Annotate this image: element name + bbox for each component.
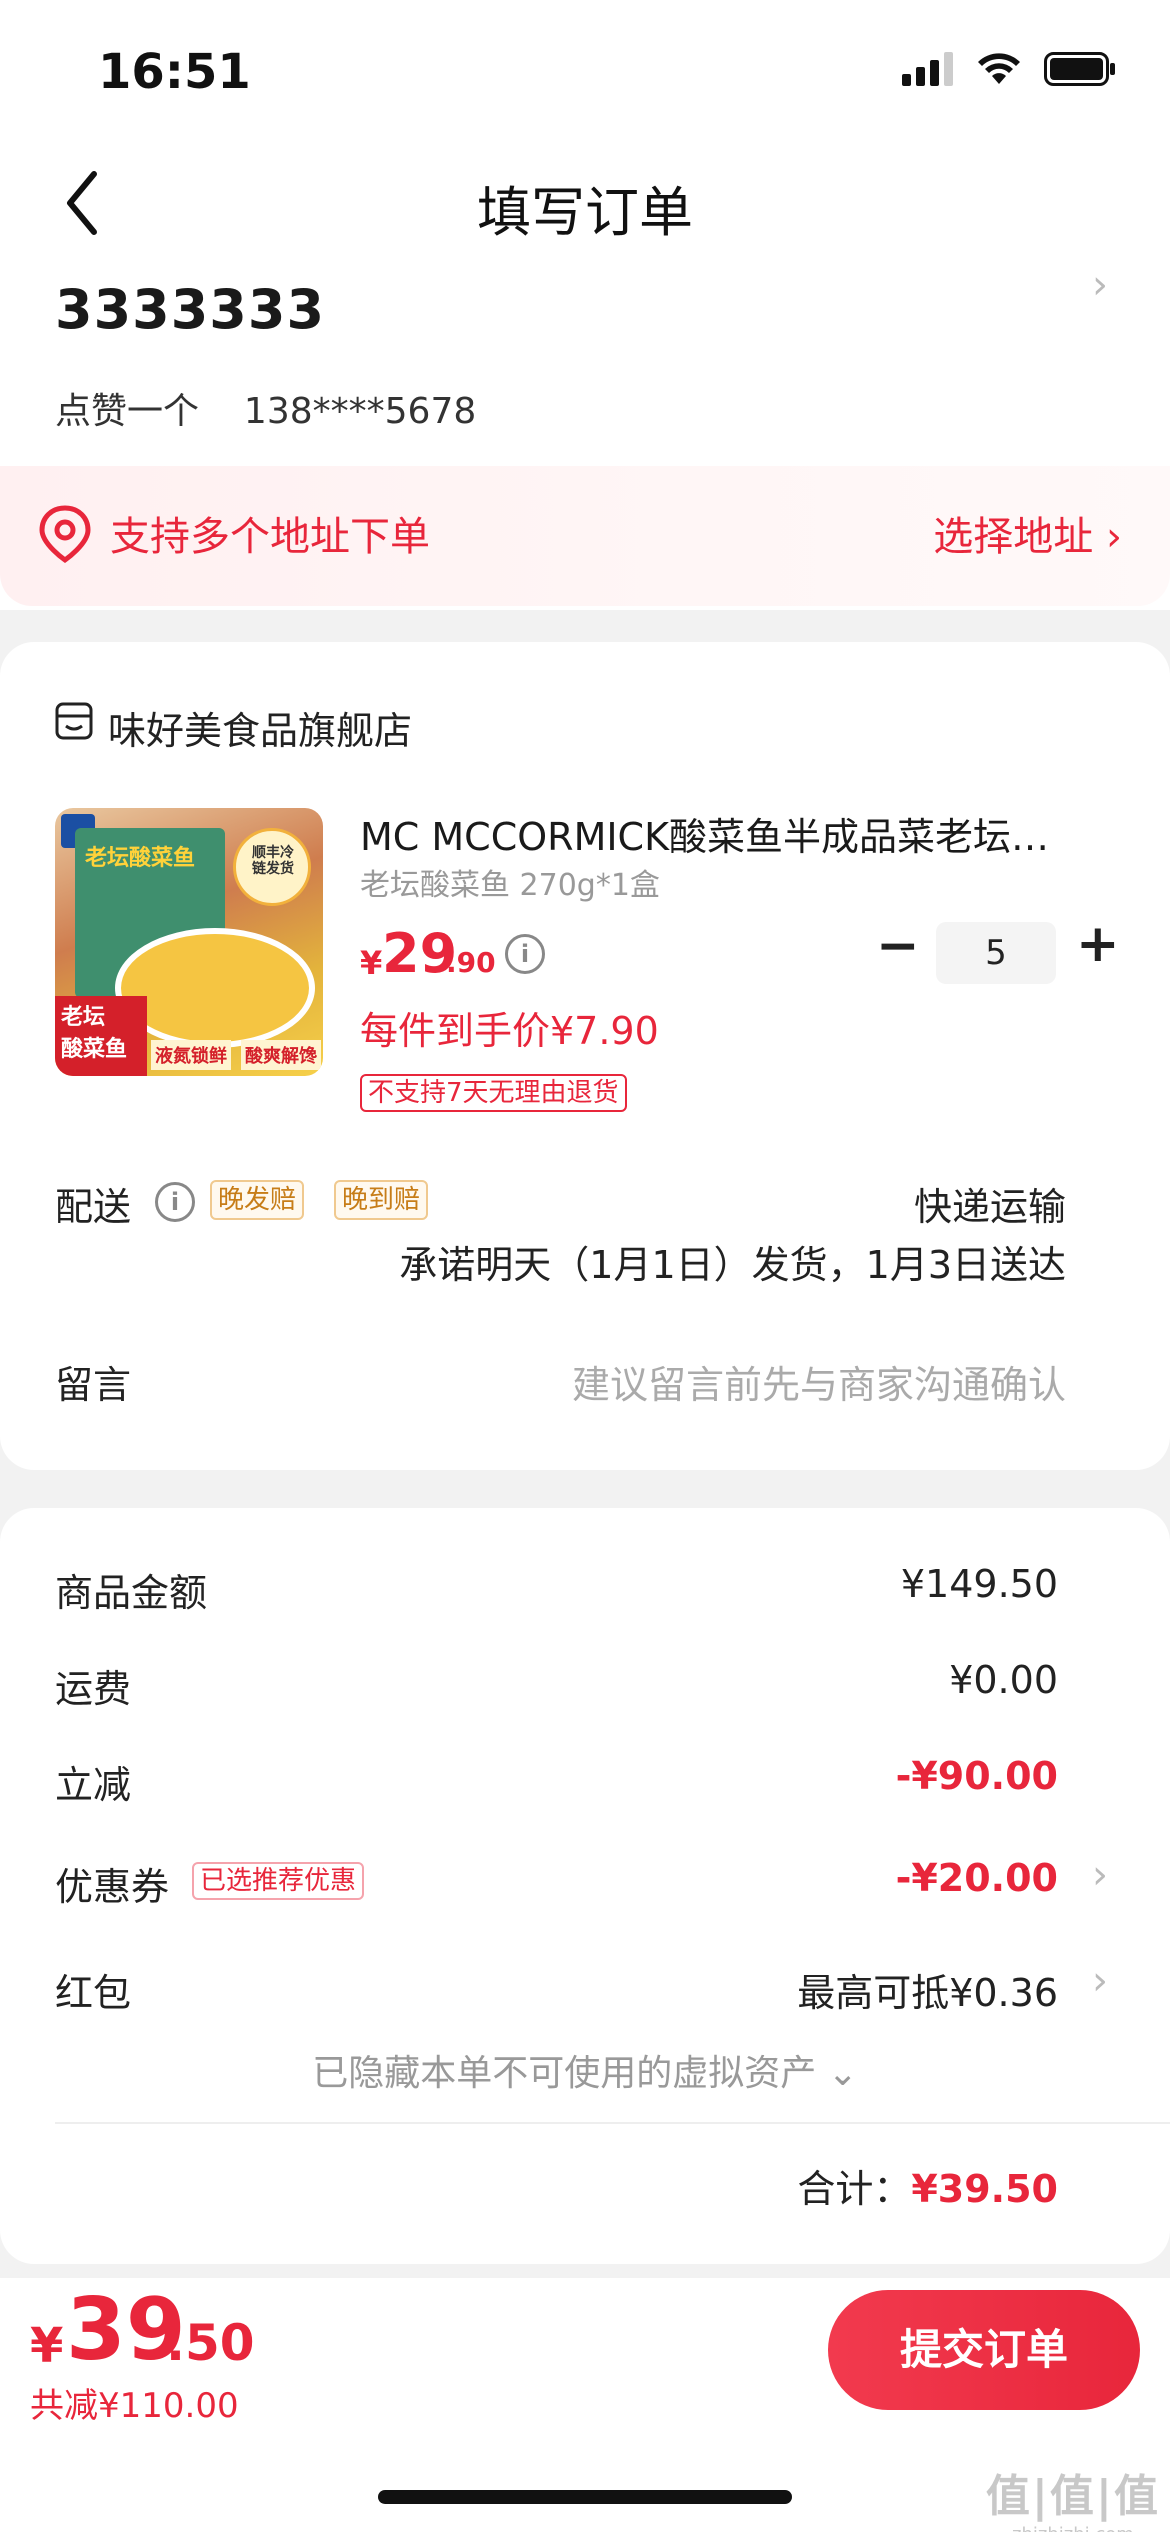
total-label: 合计： — [797, 2167, 912, 2211]
store-icon — [55, 702, 93, 740]
contact-name: 点赞一个 — [55, 391, 200, 432]
watermark: 值|值|值 zhizhizhi.com — [986, 2460, 1160, 2532]
product-image[interactable]: 老坛酸菜鱼 顺丰冷链发货 老坛 酸菜鱼 液氮锁鲜 酸爽解馋 — [55, 808, 323, 1076]
goods-amount-label: 商品金额 — [55, 1571, 208, 1615]
per-item-price: 每件到手价¥7.90 — [360, 1009, 659, 1053]
quantity-minus-button[interactable]: − — [876, 916, 920, 976]
product-tag-main: 老坛 酸菜鱼 — [55, 996, 147, 1076]
redpacket-value[interactable]: 最高可抵¥0.36 — [797, 1962, 1058, 2017]
price-info-icon[interactable]: i — [505, 934, 545, 974]
discount-value: -¥90.00 — [895, 1754, 1058, 1798]
price-decimal: .90 — [446, 946, 496, 979]
quantity-plus-button[interactable]: + — [1076, 914, 1120, 974]
submit-order-button[interactable]: 提交订单 — [828, 2290, 1140, 2410]
hidden-assets-toggle[interactable]: 已隐藏本单不可使用的虚拟资产 ⌄ — [0, 2044, 1170, 2096]
freight-value: ¥0.00 — [949, 1658, 1058, 1702]
status-time: 16:51 — [98, 44, 251, 100]
coupon-label[interactable]: 优惠券 — [55, 1856, 169, 1911]
discount-label: 立减 — [55, 1763, 132, 1807]
redpacket-chevron-icon[interactable]: › — [1092, 1958, 1108, 2004]
shipping-method[interactable]: 快递运输 — [914, 1176, 1066, 1231]
home-indicator[interactable] — [378, 2490, 792, 2504]
message-input[interactable]: 建议留言前先与商家沟通确认 — [572, 1354, 1066, 1409]
no-return-tag: 不支持7天无理由退货 — [360, 1074, 627, 1112]
watermark-url: zhizhizhi.com — [986, 2524, 1160, 2532]
address-chevron-icon[interactable]: › — [1092, 262, 1108, 308]
product-tag-fresh: 液氮锁鲜 — [151, 1040, 231, 1070]
redpacket-label[interactable]: 红包 — [55, 1962, 131, 2017]
freight-label: 运费 — [55, 1667, 132, 1711]
watermark-logo: 值|值|值 — [985, 2471, 1160, 2522]
package-title: 老坛酸菜鱼 — [85, 846, 196, 871]
sf-badge-text: 顺丰冷链发货 — [252, 845, 294, 877]
coupon-tag: 已选推荐优惠 — [192, 1862, 365, 1900]
product-tag-taste: 酸爽解馋 — [241, 1040, 321, 1070]
shipping-info-icon[interactable]: i — [155, 1182, 195, 1222]
late-ship-tag: 晚发赔 — [210, 1180, 305, 1220]
message-label: 留言 — [55, 1363, 132, 1407]
price-symbol: ¥ — [360, 944, 383, 982]
address-contact[interactable]: 点赞一个 138****5678 — [55, 382, 476, 434]
bottom-price-symbol: ¥ — [30, 2318, 64, 2374]
sf-cold-chain-badge: 顺丰冷链发货 — [233, 828, 311, 906]
quantity-input[interactable]: 5 — [936, 922, 1056, 984]
product-title[interactable]: MC MCCORMICK酸菜鱼半成品菜老坛酸菜鱼 — [360, 806, 1080, 861]
coupon-chevron-icon[interactable]: › — [1092, 1852, 1108, 1898]
divider — [55, 2122, 1170, 2124]
multi-address-text: 支持多个地址下单 — [110, 514, 430, 560]
status-icons — [902, 52, 1116, 86]
late-arrive-tag: 晚到赔 — [334, 1180, 429, 1220]
product-spec[interactable]: 老坛酸菜鱼 270g*1盒 — [360, 860, 660, 904]
address-name[interactable]: 3333333 — [55, 278, 325, 341]
bottom-price-decimal: .50 — [166, 2314, 255, 2372]
contact-phone: 138****5678 — [243, 391, 477, 432]
coupon-value[interactable]: -¥20.00 — [896, 1856, 1058, 1900]
shipping-label: 配送 — [55, 1185, 132, 1229]
shipping-promise: 承诺明天（1月1日）发货，1月3日送达 — [399, 1243, 1066, 1287]
location-pin-icon — [39, 505, 91, 564]
store-name[interactable]: 味好美食品旗舰店 — [108, 700, 412, 755]
battery-icon — [1044, 52, 1115, 86]
goods-amount-value: ¥149.50 — [900, 1562, 1058, 1606]
wifi-icon — [978, 53, 1020, 84]
total-row: 合计：¥39.50 — [797, 2158, 1058, 2213]
signal-icon — [902, 52, 953, 86]
total-saved: 共减¥110.00 — [30, 2386, 239, 2426]
total-value: ¥39.50 — [911, 2167, 1058, 2211]
select-address-link[interactable]: 选择地址 › — [933, 504, 1122, 562]
page-title: 填写订单 — [477, 181, 693, 244]
